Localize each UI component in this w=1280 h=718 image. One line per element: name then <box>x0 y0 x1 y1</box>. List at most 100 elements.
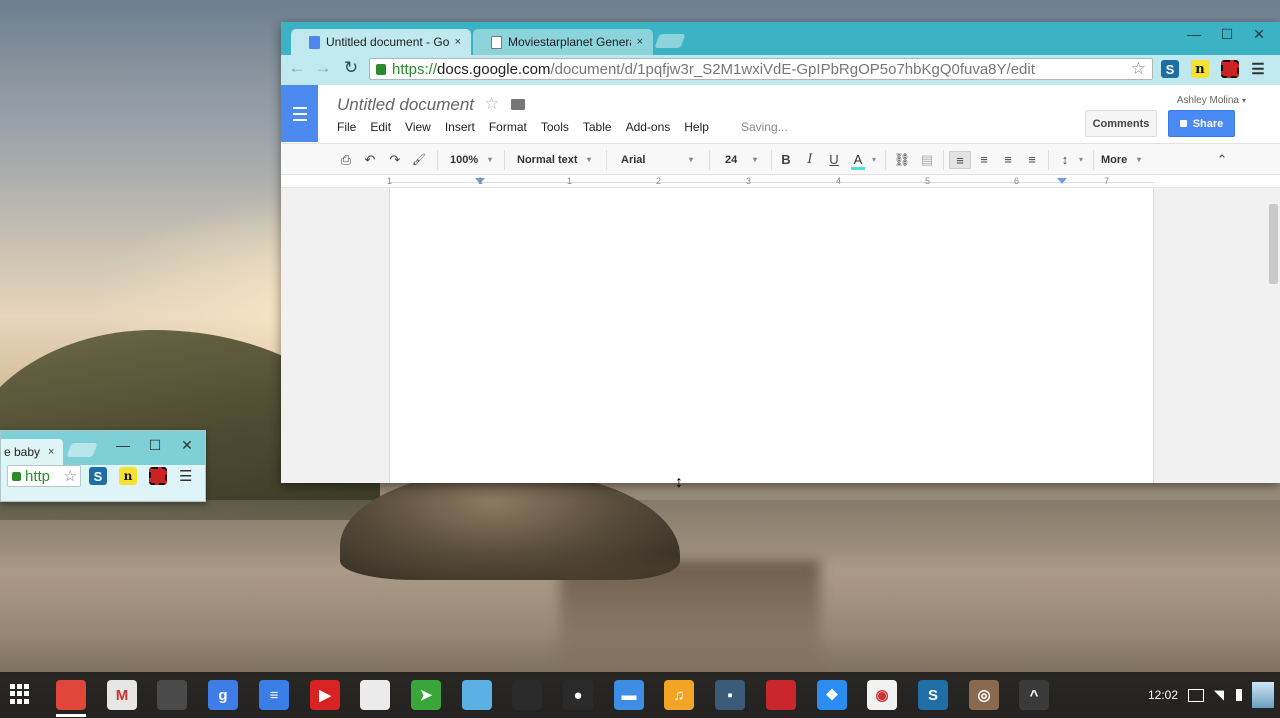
address-bar[interactable]: https:// docs.google.com /document/d/1pq… <box>369 58 1153 80</box>
align-center-button[interactable]: ≡ <box>975 151 993 169</box>
link-icon[interactable]: ⛓ <box>893 151 911 169</box>
back-icon[interactable]: ← <box>286 58 308 78</box>
vertical-scrollbar[interactable] <box>1269 204 1278 284</box>
gmail-icon[interactable]: M <box>107 680 137 710</box>
files-drive-icon[interactable] <box>462 680 492 710</box>
extension-n-icon[interactable]: n <box>1191 60 1209 78</box>
collapse-toolbar-icon[interactable]: ⌃ <box>1213 151 1231 169</box>
chrome-menu-icon[interactable]: ☰ <box>1249 60 1267 78</box>
maximize-icon[interactable]: ☐ <box>145 437 165 454</box>
bookmark-star-icon[interactable]: ☆ <box>1131 59 1146 79</box>
menu-edit[interactable]: Edit <box>370 120 391 134</box>
close-icon[interactable]: × <box>48 446 54 458</box>
chrome-browser-window[interactable]: Untitled document - Goo × Moviestarplane… <box>281 22 1280 483</box>
paint-icon[interactable] <box>360 680 390 710</box>
underline-button[interactable]: U <box>826 151 842 169</box>
style-select[interactable]: Normal text ▾ <box>517 151 601 169</box>
photo-icon[interactable]: ◉ <box>867 680 897 710</box>
extension-film-icon[interactable] <box>1221 60 1239 78</box>
menu-table[interactable]: Table <box>583 120 612 134</box>
reload-icon[interactable]: ↻ <box>340 58 362 78</box>
star-icon[interactable]: ☆ <box>484 94 499 114</box>
camera-icon[interactable]: ● <box>563 680 593 710</box>
s-app-icon[interactable]: S <box>918 680 948 710</box>
red-app-icon[interactable] <box>766 680 796 710</box>
document-title[interactable]: Untitled document <box>337 95 474 115</box>
print-icon[interactable]: ⎙ <box>338 151 354 169</box>
tab-moviestarplanet[interactable]: Moviestarplanet Genera × <box>473 29 653 55</box>
background-browser-window[interactable]: e baby × — ☐ ✕ http ☆ S n ☰ <box>0 430 206 502</box>
menu-icon[interactable]: ☰ <box>179 467 192 485</box>
instagram-icon[interactable]: ◎ <box>969 680 999 710</box>
undo-icon[interactable]: ↶ <box>362 151 378 169</box>
music-icon[interactable]: ♫ <box>664 680 694 710</box>
chevron-down-icon[interactable]: ▾ <box>1076 151 1086 169</box>
new-tab-button[interactable] <box>654 34 686 48</box>
app-launcher-icon[interactable] <box>10 684 30 704</box>
share-button[interactable]: Share <box>1168 110 1235 137</box>
books-icon[interactable]: ❖ <box>817 680 847 710</box>
right-indent-marker[interactable] <box>1057 178 1067 184</box>
clock: 12:02 <box>1147 688 1178 702</box>
youtube-icon[interactable]: ▶ <box>310 680 340 710</box>
italic-button[interactable]: I <box>802 151 818 169</box>
background-tab[interactable]: e baby × <box>1 439 63 465</box>
menu-file[interactable]: File <box>337 120 356 134</box>
more-apps-icon[interactable]: ^ <box>1019 680 1049 710</box>
comments-button[interactable]: Comments <box>1085 110 1157 137</box>
more-button[interactable]: More ▾ <box>1101 151 1147 169</box>
menu-help[interactable]: Help <box>684 120 709 134</box>
divider <box>437 150 438 170</box>
justify-button[interactable]: ≡ <box>1023 151 1041 169</box>
forward-icon[interactable]: → <box>312 58 334 78</box>
files-icon[interactable]: ▬ <box>614 680 644 710</box>
minimize-icon[interactable]: — <box>1182 26 1206 42</box>
close-window-icon[interactable]: ✕ <box>1247 26 1271 43</box>
zoom-select[interactable]: 100% ▾ <box>450 151 500 169</box>
paint-format-icon[interactable]: 🖌 <box>411 151 427 169</box>
google-search-icon[interactable]: g <box>208 680 238 710</box>
document-page[interactable] <box>389 188 1154 483</box>
maximize-icon[interactable]: ☐ <box>1215 26 1239 43</box>
web-store-icon[interactable] <box>157 680 187 710</box>
avatar[interactable] <box>1252 682 1274 708</box>
line-spacing-icon[interactable]: ↕ <box>1056 151 1074 169</box>
folder-icon[interactable] <box>511 99 525 110</box>
close-tab-icon[interactable]: × <box>455 36 461 48</box>
status-tray[interactable]: 12:02 ◥ <box>1148 680 1274 710</box>
extension-film-icon[interactable] <box>149 467 167 485</box>
blocks-icon[interactable]: ▪ <box>715 680 745 710</box>
background-omnibox[interactable]: http ☆ <box>7 465 81 487</box>
chrome-icon[interactable] <box>56 680 86 710</box>
menu-tools[interactable]: Tools <box>541 120 569 134</box>
bold-button[interactable]: B <box>778 151 794 169</box>
docs-home-icon[interactable] <box>281 85 318 142</box>
align-left-button[interactable]: ≡ <box>949 151 971 169</box>
font-select[interactable]: Arial ▾ <box>621 151 699 169</box>
close-tab-icon[interactable]: × <box>637 36 643 48</box>
text-color-button[interactable]: A <box>851 151 865 170</box>
minimize-icon[interactable]: — <box>113 437 133 453</box>
close-window-icon[interactable]: ✕ <box>177 437 197 454</box>
menu-add-ons[interactable]: Add-ons <box>626 120 671 134</box>
menu-insert[interactable]: Insert <box>445 120 475 134</box>
page-icon <box>491 35 502 49</box>
font-size-select[interactable]: 24 ▾ <box>725 151 763 169</box>
account-name[interactable]: Ashley Molina ▾ <box>1177 95 1246 106</box>
ruler[interactable]: 1 1 1 2 3 4 5 6 7 <box>281 175 1280 188</box>
extension-s-icon[interactable]: S <box>1161 60 1179 78</box>
redo-icon[interactable]: ↷ <box>387 151 403 169</box>
menu-format[interactable]: Format <box>489 120 527 134</box>
comment-icon[interactable]: ▤ <box>919 151 935 169</box>
star-icon[interactable]: ☆ <box>64 467 77 485</box>
align-right-button[interactable]: ≡ <box>999 151 1017 169</box>
tab-google-docs[interactable]: Untitled document - Goo × <box>291 29 471 55</box>
chevron-down-icon[interactable]: ▾ <box>869 151 879 169</box>
menu-view[interactable]: View <box>405 120 431 134</box>
send-icon[interactable]: ➤ <box>411 680 441 710</box>
new-tab-button[interactable] <box>66 443 98 457</box>
extension-s-icon[interactable]: S <box>89 467 107 485</box>
extension-n-icon[interactable]: n <box>119 467 137 485</box>
docs-icon[interactable]: ≡ <box>259 680 289 710</box>
crackle-icon[interactable] <box>512 680 542 710</box>
